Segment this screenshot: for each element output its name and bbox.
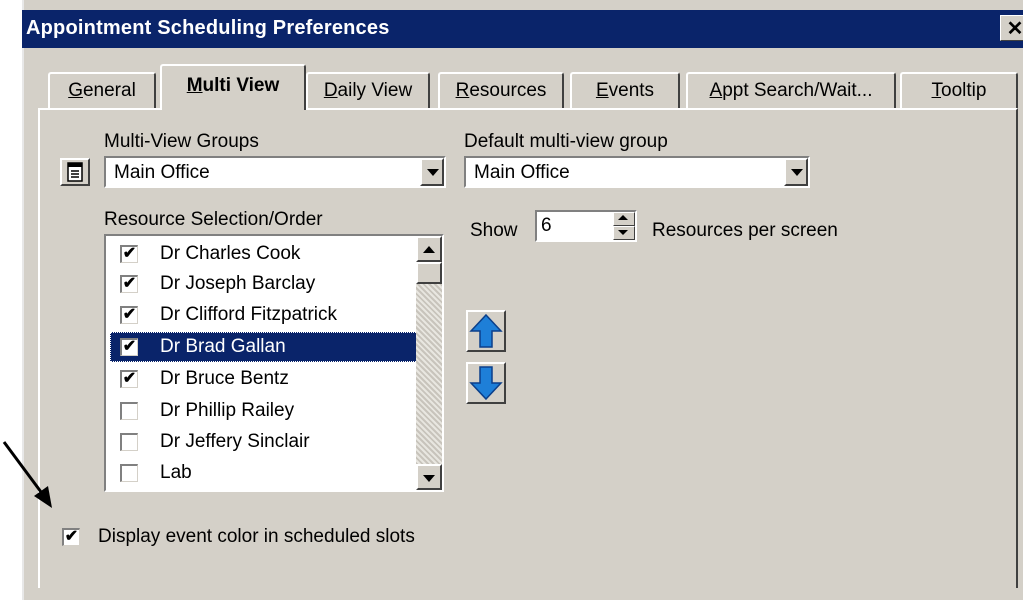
scroll-down-button[interactable] (416, 464, 442, 490)
list-item[interactable]: Dr Phillip Railey (110, 396, 418, 426)
close-button[interactable]: ✕ (1000, 15, 1023, 41)
tab-daily-view[interactable]: Daily View (306, 72, 430, 108)
tab-resources[interactable]: Resources (438, 72, 564, 108)
chevron-up-icon (618, 215, 628, 220)
resource-checkbox[interactable]: ✔ (120, 370, 138, 388)
multi-view-groups-value: Main Office (114, 162, 210, 183)
multi-view-groups-label: Multi-View Groups (104, 131, 259, 152)
list-item[interactable]: ✔ Dr Charles Cook (110, 239, 418, 269)
resource-selection-label: Resource Selection/Order (104, 209, 323, 230)
tab-tooltip[interactable]: Tooltip (900, 72, 1018, 108)
list-item[interactable]: Dr Jeffery Sinclair (110, 427, 418, 457)
edit-groups-button[interactable] (60, 158, 90, 186)
tab-appt-search-wait-label: Appt Search/Wait... (709, 80, 873, 101)
chevron-down-icon (423, 475, 435, 482)
chevron-down-icon (427, 169, 439, 176)
tab-general[interactable]: General (48, 72, 156, 108)
resource-label: Lab (160, 462, 192, 483)
tab-general-label: General (68, 80, 136, 101)
multi-view-groups-dropdown-button[interactable] (420, 158, 444, 186)
close-icon: ✕ (1006, 18, 1023, 40)
resource-checkbox[interactable] (120, 433, 138, 451)
list-edit-icon (67, 162, 83, 182)
resource-label: Dr Bruce Bentz (160, 368, 289, 389)
resource-label: Dr Charles Cook (160, 243, 301, 264)
move-down-button[interactable] (466, 362, 506, 404)
resource-list-scrollbar[interactable] (416, 236, 442, 490)
resource-checkbox[interactable] (120, 402, 138, 420)
multi-view-groups-select[interactable]: Main Office (104, 156, 446, 188)
resources-per-screen-value: 6 (541, 215, 552, 236)
tab-tooltip-label: Tooltip (931, 80, 987, 101)
scroll-up-button[interactable] (416, 236, 442, 262)
show-label: Show (470, 220, 518, 241)
default-group-dropdown-button[interactable] (784, 158, 808, 186)
resource-label: Dr Jeffery Sinclair (160, 431, 310, 452)
chevron-down-icon (618, 230, 628, 235)
blue-arrow-up-icon (469, 313, 503, 348)
tab-events[interactable]: Events (570, 72, 680, 108)
scroll-thumb[interactable] (416, 262, 442, 284)
list-item[interactable]: ✔ Dr Clifford Fitzpatrick (110, 300, 418, 330)
annotation-arrow-icon (2, 441, 52, 508)
resource-label: Dr Clifford Fitzpatrick (160, 304, 338, 325)
list-item[interactable]: ✔ Dr Joseph Barclay (110, 269, 418, 299)
chevron-down-icon (791, 169, 803, 176)
resource-label: Dr Brad Gallan (160, 336, 286, 357)
display-event-color-checkbox[interactable]: ✔ (62, 528, 80, 546)
resources-per-screen-label: Resources per screen (652, 220, 838, 241)
display-event-color-label: Display event color in scheduled slots (98, 526, 415, 547)
resource-checkbox[interactable]: ✔ (120, 245, 138, 263)
spin-down-button[interactable] (613, 226, 635, 240)
resource-checkbox[interactable]: ✔ (120, 275, 138, 293)
resource-checkbox[interactable] (120, 464, 138, 482)
blue-arrow-down-icon (469, 366, 503, 401)
tab-events-label: Events (595, 80, 655, 101)
resource-checkbox[interactable]: ✔ (120, 306, 138, 324)
resource-list[interactable]: ✔ Dr Charles Cook ✔ Dr Joseph Barclay ✔ … (104, 234, 444, 492)
tab-multi-view[interactable]: Multi View (160, 64, 306, 110)
list-item[interactable]: Lab (110, 458, 418, 488)
default-group-value: Main Office (474, 162, 570, 183)
spin-up-button[interactable] (613, 212, 635, 226)
resource-label: Dr Phillip Railey (160, 400, 295, 421)
move-up-button[interactable] (466, 310, 506, 352)
list-item-selected[interactable]: ✔ Dr Brad Gallan (110, 332, 418, 362)
default-group-select[interactable]: Main Office (464, 156, 810, 188)
default-group-label: Default multi-view group (464, 131, 668, 152)
window-title: Appointment Scheduling Preferences (26, 17, 390, 39)
tab-resources-label: Resources (455, 80, 547, 101)
resource-label: Dr Joseph Barclay (160, 273, 316, 294)
chevron-up-icon (423, 246, 435, 253)
tab-appt-search-wait[interactable]: Appt Search/Wait... (686, 72, 896, 108)
tab-multi-view-label: Multi View (186, 75, 280, 96)
resource-checkbox[interactable]: ✔ (120, 338, 138, 356)
list-item[interactable]: ✔ Dr Bruce Bentz (110, 364, 418, 394)
tab-daily-view-label: Daily View (323, 80, 413, 101)
resources-per-screen-spinner[interactable]: 6 (535, 210, 637, 242)
